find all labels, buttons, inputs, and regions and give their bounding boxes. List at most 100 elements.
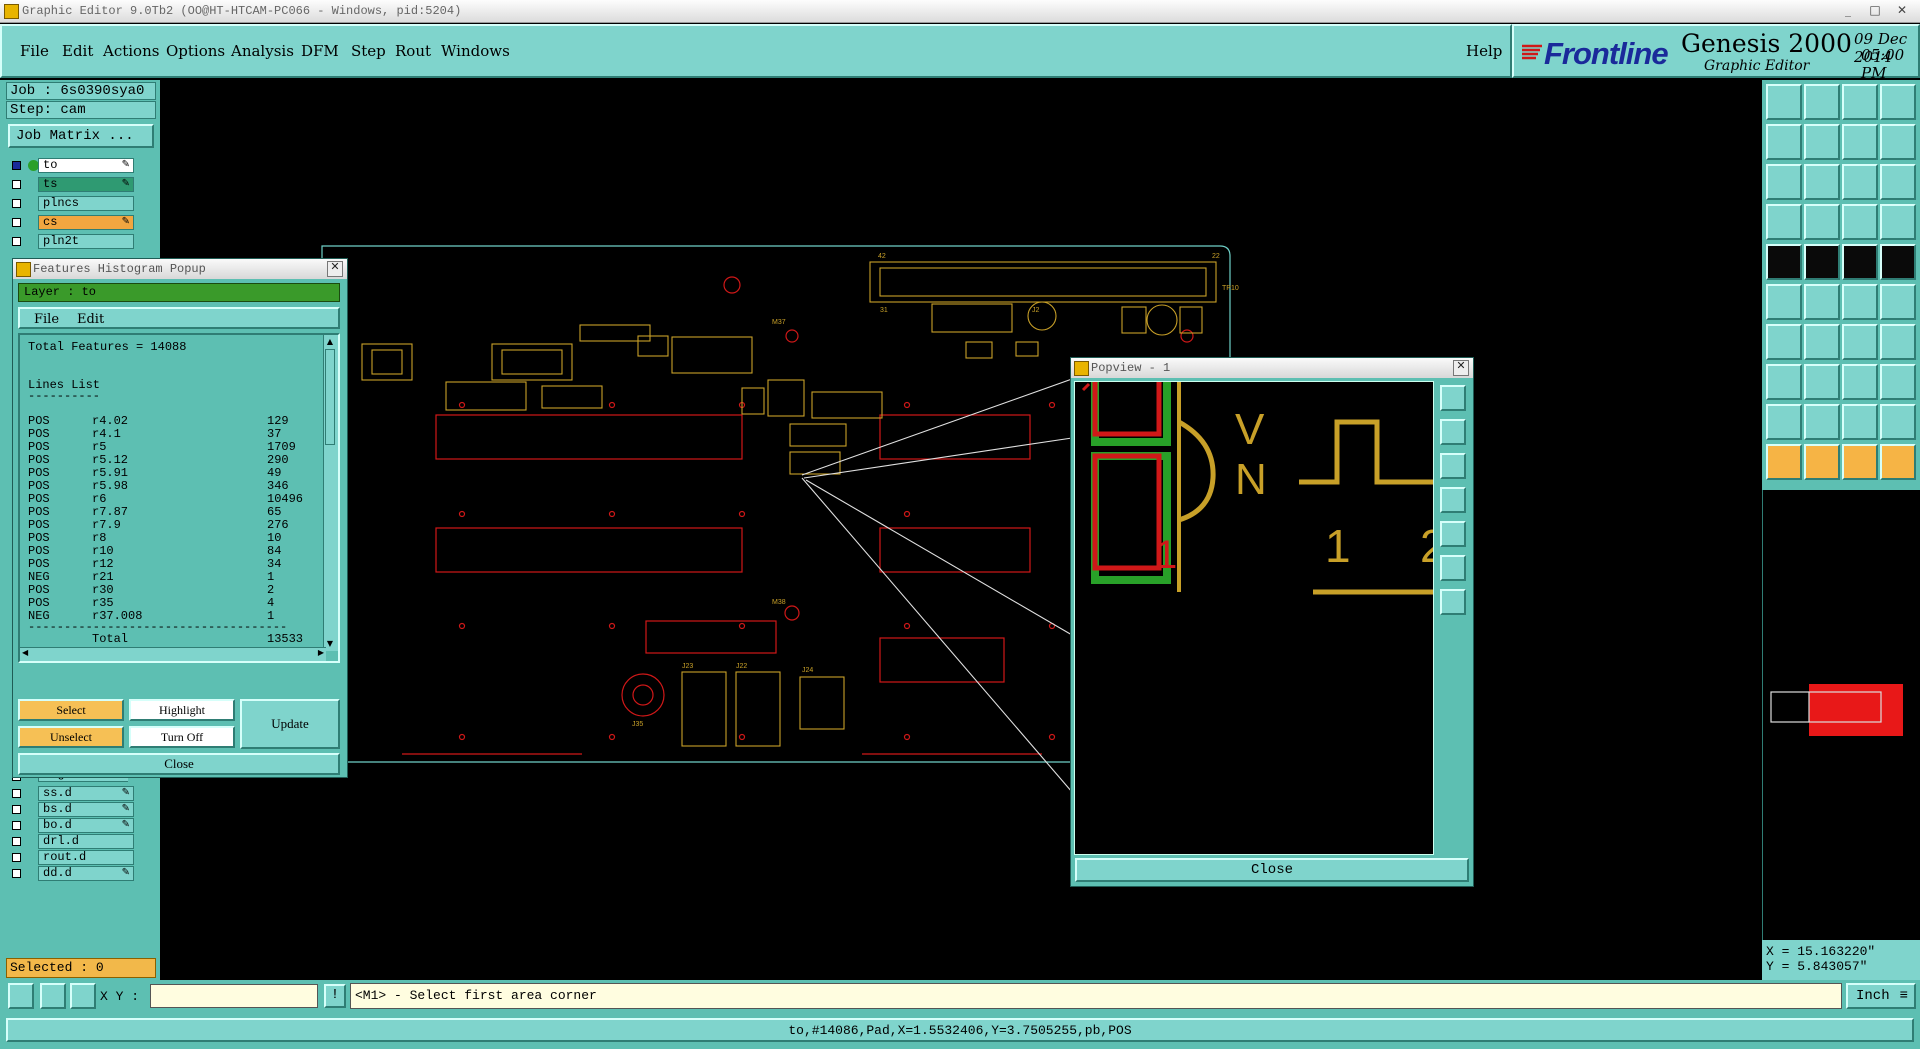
layer-row[interactable]: to ✎ [8, 156, 134, 175]
close-icon[interactable]: ✕ [1453, 360, 1469, 376]
measure-icon[interactable] [1766, 204, 1802, 240]
popview-viewport[interactable]: V N 1 2 1 [1074, 381, 1434, 855]
arc-icon[interactable] [1842, 324, 1878, 360]
histogram-menu-file[interactable]: File [34, 312, 59, 327]
unit-selector[interactable]: Inch ≡ [1846, 983, 1916, 1009]
menu-actions[interactable]: Actions [103, 42, 159, 60]
layer-row[interactable]: ts ✎ [8, 175, 134, 194]
histogram-list[interactable]: Total Features = 14088 Lines List ------… [18, 333, 340, 663]
connect-icon[interactable] [1880, 204, 1916, 240]
add-icon[interactable] [1766, 364, 1802, 400]
layer-checkbox[interactable] [12, 805, 21, 814]
scroll-down-icon[interactable]: ▼ [325, 639, 335, 649]
job-matrix-button[interactable]: Job Matrix ... [8, 124, 154, 148]
select-button[interactable]: Select [18, 699, 124, 721]
link-icon[interactable] [1880, 284, 1916, 320]
layer-checkbox[interactable] [12, 237, 21, 246]
snap-icon[interactable] [40, 983, 66, 1009]
popview-pan-up-icon[interactable] [1440, 419, 1466, 445]
grid-icon[interactable] [70, 983, 96, 1009]
layer-row[interactable]: bs.d ✎ [8, 802, 134, 818]
histogram-row[interactable]: POS r12 34 [22, 558, 322, 571]
close-icon[interactable]: ✕ [327, 261, 343, 277]
pointer-multi-icon[interactable] [1880, 444, 1916, 480]
layer-checkbox[interactable] [12, 199, 21, 208]
zoom-home-icon[interactable] [1842, 124, 1878, 160]
layer-checkbox[interactable] [12, 837, 21, 846]
draw-icon[interactable] [1804, 324, 1840, 360]
home-icon[interactable] [1842, 84, 1878, 120]
layer-row[interactable]: rout.d [8, 850, 134, 866]
triangle-edit-icon[interactable] [1880, 404, 1916, 440]
scroll-left-icon[interactable]: ◀ [22, 648, 28, 657]
info-button[interactable]: ! [324, 984, 346, 1008]
layer-row[interactable]: cs ✎ [8, 213, 134, 232]
minus-icon[interactable] [1804, 364, 1840, 400]
measure-icon[interactable] [8, 983, 34, 1009]
distance-icon[interactable] [1880, 324, 1916, 360]
triangle-icon[interactable] [1766, 404, 1802, 440]
save-icon[interactable] [1804, 84, 1840, 120]
line-icon[interactable] [1804, 244, 1840, 280]
histogram-row[interactable]: POS r35 4 [22, 597, 322, 610]
scroll-up-icon[interactable]: ▲ [325, 337, 335, 347]
layer-row[interactable]: ss.d ✎ [8, 786, 134, 802]
group-icon[interactable] [1880, 364, 1916, 400]
scroll-right-icon[interactable]: ▶ [318, 648, 324, 657]
popview-close-button[interactable]: Close [1075, 858, 1469, 882]
layout-icon[interactable] [1880, 84, 1916, 120]
update-button[interactable]: Update [240, 699, 340, 749]
histogram-row[interactable]: POS r30 2 [22, 584, 322, 597]
node-icon[interactable] [1766, 284, 1802, 320]
split-icon[interactable] [1880, 124, 1916, 160]
close-window-button[interactable]: ✕ [1889, 3, 1915, 18]
open-job-icon[interactable] [1766, 84, 1802, 120]
turn-off-button[interactable]: Turn Off [129, 726, 235, 748]
popview-zoom-icon[interactable] [1440, 385, 1466, 411]
triangle-fill-icon[interactable] [1842, 404, 1878, 440]
layer-checkbox[interactable] [12, 789, 21, 798]
cross-icon[interactable] [1804, 284, 1840, 320]
menu-help[interactable]: Help [1466, 42, 1502, 60]
circle-icon[interactable] [1880, 244, 1916, 280]
menu-dfm[interactable]: DFM [301, 42, 339, 60]
pad-icon[interactable] [1766, 244, 1802, 280]
menu-analysis[interactable]: Analysis [231, 42, 294, 60]
minimize-button[interactable]: _ [1835, 3, 1861, 18]
pointer-area-icon[interactable] [1842, 444, 1878, 480]
layer-checkbox[interactable] [12, 218, 21, 227]
layer-checkbox[interactable] [12, 821, 21, 830]
histogram-menu-edit[interactable]: Edit [77, 312, 104, 327]
unselect-button[interactable]: Unselect [18, 726, 124, 748]
menu-edit[interactable]: Edit [62, 42, 93, 60]
popview-pan-right-icon[interactable] [1440, 521, 1466, 547]
layer-checkbox[interactable] [12, 161, 21, 170]
layer-checkbox[interactable] [12, 869, 21, 878]
histogram-vertical-scrollbar[interactable]: ▲ ▼ [323, 335, 338, 651]
overview-map[interactable] [1763, 490, 1920, 940]
layer-checkbox[interactable] [12, 180, 21, 189]
pointer-select-icon[interactable] [1804, 444, 1840, 480]
histogram-horizontal-scrollbar[interactable]: ◀ ▶ [20, 647, 326, 661]
help-icon[interactable] [1880, 164, 1916, 200]
overview-panel[interactable] [1762, 490, 1920, 940]
pointer-icon[interactable] [1766, 444, 1802, 480]
layer-row[interactable]: bo.d ✎ [8, 818, 134, 834]
maximize-button[interactable]: □ [1862, 3, 1888, 18]
popview-pan-left-icon[interactable] [1440, 487, 1466, 513]
layer-row[interactable]: plncs [8, 194, 134, 213]
histogram-row[interactable]: NEG r21 1 [22, 571, 322, 584]
highlight-button[interactable]: Highlight [129, 699, 235, 721]
histogram-row[interactable]: NEG r37.008 1 [22, 610, 322, 623]
ruler-icon[interactable] [1842, 244, 1878, 280]
layer-checkbox[interactable] [12, 853, 21, 862]
graphics-canvas[interactable]: 42 22 31 J2 M37 M38 J23 J22 J24 J35 TP10 [162, 80, 1762, 980]
pan-icon[interactable] [1804, 164, 1840, 200]
layer-row[interactable]: drl.d [8, 834, 134, 850]
histogram-close-button[interactable]: Close [18, 753, 340, 775]
popview-center-icon[interactable] [1440, 589, 1466, 615]
point-icon[interactable] [1842, 284, 1878, 320]
zoom-out-icon[interactable] [1804, 124, 1840, 160]
menu-file[interactable]: File [20, 42, 49, 60]
layer-row[interactable]: dd.d ✎ [8, 866, 134, 882]
